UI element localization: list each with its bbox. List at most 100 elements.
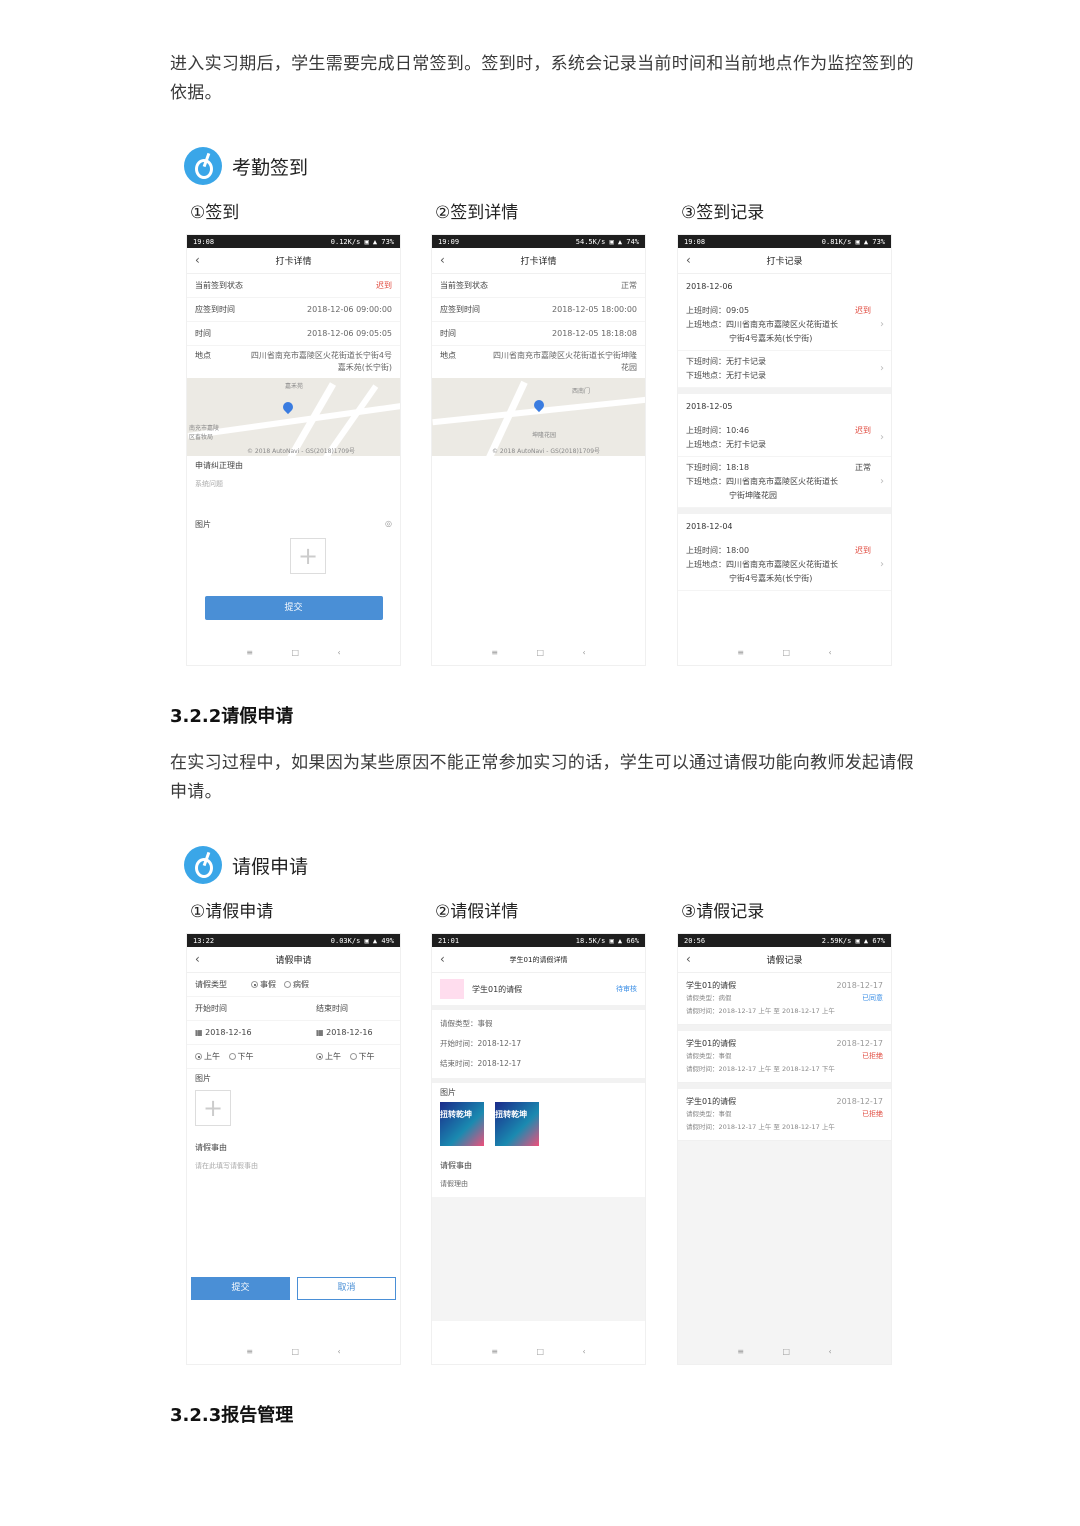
image-thumbnail[interactable]: 扭转乾坤 <box>440 1102 484 1146</box>
leave-info: 请假类型：事假 开始时间：2018-12-17 结束时间：2018-12-17 <box>432 1010 645 1083</box>
nav-bar: ‹ 打卡详情 <box>187 248 400 274</box>
list-item[interactable]: 学生01的请假 2018-12-17 请假类型：事假 已拒绝 请假时间：2018-1… <box>678 1031 891 1083</box>
nav-bar: ‹ 学生01的请假详情 <box>432 947 645 973</box>
leave-type-row: 请假类型 事假 病假 <box>187 973 400 997</box>
record-date: 2018-12-05 <box>686 402 733 411</box>
intro-paragraph-1: 进入实习期后，学生需要完成日常签到。签到时，系统会记录当前时间和当前地点作为监控… <box>170 54 914 103</box>
section-heading-322: 3.2.2请假申请 <box>170 706 294 727</box>
phone-checkin-detail: 19:09 54.5K/s ▣ ▲ 74% ‹ 打卡详情 当前签到状态 正常 应签到时… <box>431 234 646 666</box>
android-navbar: ≡ □ ‹ <box>737 647 832 657</box>
cancel-button[interactable]: 取消 <box>297 1277 396 1300</box>
phone-leave-form: 13:22 0.03K/s ▣ ▲ 49% ‹ 请假申请 请假类型 事假 病假 开始… <box>186 933 401 1365</box>
info-row: 应签到时间 2018-12-06 09:00:00 <box>187 298 400 322</box>
submit-button[interactable]: 提交 <box>204 596 383 620</box>
location-map[interactable]: 嘉禾苑 南充市嘉陵区畜牧局 © 2018 AutoNavi - GS(2018)… <box>187 378 400 456</box>
image-thumbnail[interactable]: 扭转乾坤 <box>495 1102 540 1146</box>
status-bar: 19:09 54.5K/s ▣ ▲ 74% <box>432 235 645 248</box>
submit-button[interactable]: 提交 <box>191 1277 290 1300</box>
android-navbar: ≡ □ ‹ <box>737 1346 832 1356</box>
location-map[interactable]: 西南门 坤隆花园 © 2018 AutoNavi - GS(2018)1709号 <box>432 378 645 456</box>
section-heading-323: 3.2.3报告管理 <box>170 1405 294 1426</box>
menu-icon: ≡ <box>246 647 253 657</box>
info-row: 时间 2018-12-05 18:18:08 <box>432 322 645 346</box>
figure-leave: 请假申请 ①请假申请 ②请假详情 ③请假记录 13:22 0.03K/s ▣ ▲ … <box>172 845 908 1369</box>
address-row: 地点 四川省南充市嘉陵区火花街道长宁街4号嘉禾苑(长宁街) <box>195 351 392 372</box>
figure-title: 请假申请 <box>232 855 309 878</box>
chevron-right-icon: › <box>880 363 884 374</box>
info-row: 时间 2018-12-06 09:05:05 <box>187 322 400 346</box>
list-item[interactable]: 下班时间：18:18 正常 下班地点：四川省南充市嘉陵区火花街道长 宁街坤隆花园 › <box>678 457 891 508</box>
list-item[interactable]: 上班时间：10:46 迟到 上班地点：无打卡记录 › <box>678 420 891 457</box>
list-item[interactable]: 学生01的请假 2018-12-17 请假类型：病假 已同意 请假时间：2018-1… <box>678 973 891 1025</box>
status-bar: 20:56 2.59K/s ▣ ▲ 67% <box>678 934 891 947</box>
nav-bar: ‹ 打卡详情 <box>432 248 645 274</box>
android-navbar: ≡ □ ‹ <box>246 1346 341 1356</box>
back-icon[interactable]: ‹ <box>195 952 200 966</box>
chevron-right-icon: › <box>880 559 884 570</box>
col-title-1: ①请假申请 <box>190 902 274 922</box>
figure-attendance: 考勤签到 ①签到 ②签到详情 ③签到记录 19:08 0.12K/s ▣ ▲ 73… <box>172 146 908 670</box>
back-icon[interactable]: ‹ <box>440 253 445 267</box>
back-icon[interactable]: ‹ <box>686 253 691 267</box>
status-bar: 13:22 0.03K/s ▣ ▲ 49% <box>187 934 400 947</box>
nav-bar: ‹ 请假记录 <box>678 947 891 973</box>
status-bar: 19:08 0.81K/s ▣ ▲ 73% <box>678 235 891 248</box>
app-logo-icon <box>184 147 222 185</box>
col-title-3: ③请假记录 <box>681 902 765 922</box>
add-image-icon[interactable]: + <box>290 538 326 574</box>
record-date: 2018-12-04 <box>686 522 733 531</box>
leave-header: 学生01的请假 待审核 <box>432 973 645 1010</box>
ampm-row: 上午 下午 上午 下午 <box>187 1045 400 1069</box>
info-row: 当前签到状态 迟到 <box>187 274 400 298</box>
end-date-picker[interactable]: ▦ 2018-12-16 <box>316 1028 373 1037</box>
record-date: 2018-12-06 <box>686 282 733 291</box>
home-icon: □ <box>291 647 300 657</box>
list-item[interactable]: 学生01的请假 2018-12-17 请假类型：事假 已拒绝 请假时间：2018-1… <box>678 1089 891 1141</box>
intro-paragraph-2: 在实习过程中，如果因为某些原因不能正常参加实习的话，学生可以通过请假功能向教师发… <box>170 753 914 802</box>
status-bar: 19:08 0.12K/s ▣ ▲ 73% <box>187 235 400 248</box>
reason-input[interactable]: 请在此填写请假事由 <box>187 1157 400 1277</box>
chevron-right-icon: › <box>880 476 884 487</box>
back-icon[interactable]: ‹ <box>195 253 200 267</box>
list-item[interactable]: 上班时间：09:05 迟到 上班地点：四川省南充市嘉陵区火花街道长 宁街4号嘉禾苑(长… <box>678 300 891 351</box>
app-logo-icon <box>184 846 222 884</box>
date-row: ▦ 2018-12-16 ▦ 2018-12-16 <box>187 1021 400 1045</box>
image-add-area: + <box>187 534 400 592</box>
info-row: 当前签到状态 正常 <box>432 274 645 298</box>
col-title-3: ③签到记录 <box>681 203 765 223</box>
image-label-row: 图片 ◎ <box>195 519 392 529</box>
image-thumbs: 扭转乾坤 扭转乾坤 <box>432 1102 645 1156</box>
col-title-2: ②签到详情 <box>435 203 519 223</box>
android-navbar: ≡ □ ‹ <box>187 639 400 665</box>
add-image-icon[interactable]: + <box>195 1090 231 1126</box>
reason-label: 申请纠正理由 <box>195 461 243 470</box>
camera-icon: ◎ <box>385 519 392 528</box>
list-item[interactable]: 下班时间：无打卡记录 下班地点：无打卡记录 › <box>678 351 891 388</box>
status-bar: 21:01 18.5K/s ▣ ▲ 66% <box>432 934 645 947</box>
col-title-1: ①签到 <box>190 203 240 223</box>
android-navbar: ≡ □ ‹ <box>491 647 586 657</box>
phone-leave-detail: 21:01 18.5K/s ▣ ▲ 66% ‹ 学生01的请假详情 学生01的请假 … <box>431 933 646 1365</box>
radio-personal[interactable]: 事假 <box>251 979 276 990</box>
back-icon[interactable]: ‹ <box>440 952 445 966</box>
calendar-icon: ▦ <box>316 1028 327 1037</box>
phone-checkin-records: 19:08 0.81K/s ▣ ▲ 73% ‹ 打卡记录 2018-12-06 上班… <box>677 234 892 666</box>
figure-header: 请假申请 <box>184 845 308 885</box>
calendar-icon: ▦ <box>195 1028 206 1037</box>
col-title-2: ②请假详情 <box>435 902 519 922</box>
back-nav-icon: ‹ <box>337 647 341 657</box>
nav-bar: ‹ 打卡记录 <box>678 248 891 274</box>
time-label-row: 开始时间 结束时间 <box>187 997 400 1021</box>
start-date-picker[interactable]: ▦ 2018-12-16 <box>195 1028 316 1037</box>
chevron-right-icon: › <box>880 432 884 443</box>
nav-bar: ‹ 请假申请 <box>187 947 400 973</box>
phone-checkin: 19:08 0.12K/s ▣ ▲ 73% ‹ 打卡详情 当前签到状态 迟到 应签到时… <box>186 234 401 666</box>
info-row: 应签到时间 2018-12-05 18:00:00 <box>432 298 645 322</box>
radio-sick[interactable]: 病假 <box>284 979 309 990</box>
figure-header: 考勤签到 <box>184 146 308 186</box>
reason-input[interactable]: 系统问题 <box>187 475 400 515</box>
list-item[interactable]: 上班时间：18:00 迟到 上班地点：四川省南充市嘉陵区火花街道长 宁街4号嘉禾苑(长… <box>678 540 891 591</box>
status-badge: 待审核 <box>616 985 637 993</box>
nav-title: 打卡详情 <box>275 257 312 267</box>
back-icon[interactable]: ‹ <box>686 952 691 966</box>
